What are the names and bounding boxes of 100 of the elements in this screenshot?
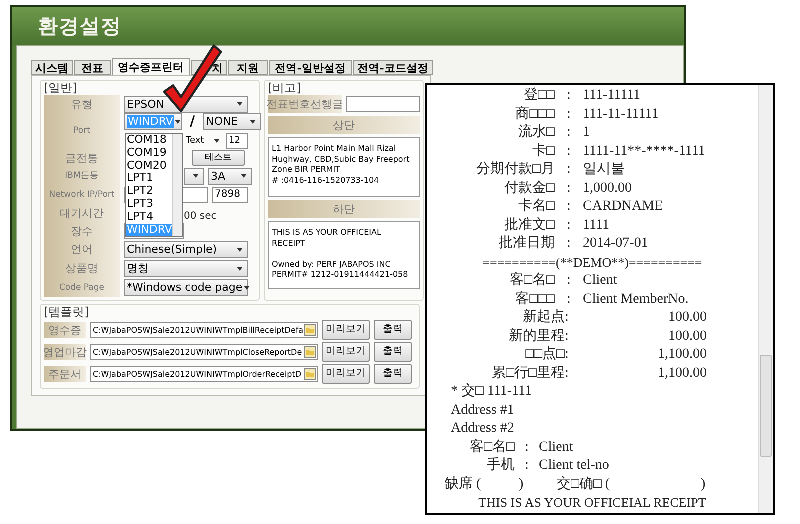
receipt-colon: : (566, 216, 572, 234)
group-title: [템플릿] (44, 305, 90, 319)
caret-icon (242, 284, 251, 290)
dropdown-item[interactable]: COM19 (126, 146, 172, 160)
receipt-label: 客□名□ (469, 438, 515, 456)
tab[interactable]: 시스템 (31, 60, 73, 75)
field-label: 영수증 (44, 322, 86, 338)
receipt-text: Address #1 (451, 402, 514, 420)
section-header: 상단 (268, 116, 420, 134)
group-title: [비고] (268, 81, 302, 95)
receipt-text: ) (519, 476, 525, 494)
font-select[interactable]: Text (184, 132, 224, 149)
field-label: 상품명 (44, 259, 120, 278)
receipt-colon: : (565, 309, 570, 327)
receipt-colon: : (566, 124, 572, 142)
caret-icon (249, 118, 258, 124)
tab[interactable]: 지원 (228, 60, 268, 75)
receipt-colon: : (566, 198, 572, 216)
receipt-value: 1,100.00 (657, 346, 707, 364)
caret-icon (236, 246, 244, 252)
window-title: 환경설정 (38, 12, 122, 40)
select-field[interactable]: Chinese(Simple) (124, 241, 248, 258)
receipt-text: 交□确□ ( (557, 476, 612, 494)
caret-icon (236, 266, 244, 272)
receipt-label: 流水□ (518, 124, 555, 142)
field-label: 유형 (44, 95, 120, 113)
receipt-label: 批准日期 (498, 235, 555, 253)
select-field[interactable]: 명칭 (124, 260, 248, 277)
field-label: 장수 (44, 222, 120, 240)
receipt-label: □□点□ (524, 346, 565, 364)
scrollbar[interactable] (172, 134, 182, 236)
receipt-label: 商□□□ (514, 106, 555, 124)
tab[interactable]: 전역-코드설정 (353, 60, 433, 75)
dropdown-item[interactable]: LPT2 (126, 185, 172, 198)
dropdown-item[interactable]: LPT1 (126, 172, 172, 186)
field-label: 대기시간 (44, 204, 120, 222)
field-label: 전표번호선행글 (268, 95, 342, 113)
caret-icon (236, 101, 244, 107)
field-label: Port (44, 113, 120, 149)
header-text-area[interactable]: L1 Harbor Point Main Mall Rizal Hughway, CBD,Subic Bay Freeport Zone BIR PERMIT # :0416-116-1520733-104 (268, 137, 420, 197)
dropdown-item[interactable]: COM18 (126, 134, 172, 147)
receipt-colon: : (524, 438, 530, 456)
receipt-colon: : (565, 328, 570, 346)
print-button[interactable]: 출력 (374, 320, 412, 340)
select-field[interactable] (184, 168, 204, 184)
prefix-field[interactable] (346, 96, 420, 112)
receipt-value: 111-11111 (583, 87, 641, 105)
tab[interactable]: 영수증프린터 (112, 58, 190, 75)
receipt-value: 1,000.00 (583, 180, 632, 198)
receipt-colon: : (565, 346, 570, 364)
dropdown-item[interactable]: COM20 (126, 160, 172, 172)
receipt-value: 100.00 (668, 328, 707, 346)
field-label: Code Page (44, 278, 120, 297)
receipt-label: 登□□ (523, 87, 555, 105)
scrollbar[interactable] (758, 85, 773, 513)
receipt-label: 付款金□ (504, 180, 555, 198)
preview-button[interactable]: 미리보기 (322, 364, 370, 384)
receipt-value: 1,100.00 (657, 364, 707, 382)
field-label: 금전통 (44, 149, 120, 167)
receipt-colon: : (566, 142, 572, 160)
receipt-colon: : (566, 272, 572, 290)
test-button[interactable]: 테스트 (192, 150, 245, 166)
receipt-colon: : (566, 161, 572, 179)
receipt-label: 客□□□ (514, 290, 555, 308)
port-select[interactable]: NONE (203, 113, 262, 130)
receipt-value: 1 (583, 124, 590, 142)
tab[interactable]: 전역-일반설정 (269, 60, 352, 75)
caret-icon (192, 173, 200, 179)
receipt-label: 新的里程 (508, 328, 565, 346)
receipt-colon: : (524, 457, 530, 475)
receipt-value: Client (539, 438, 574, 456)
footer-text-area[interactable]: THIS IS AS YOUR OFFICEIAL RECEIPT Owned by: PERF JABAPOS INC PERMIT# 1212-01911444421-058 (268, 221, 420, 289)
path-field[interactable]: C:₩JabaPOS₩JSale2012U₩INI₩TmplCloseReportDe (90, 344, 318, 360)
receipt-label: 客□名□ (509, 272, 555, 290)
receipt-colon: : (566, 235, 572, 253)
select-field[interactable]: *Windows code page (124, 279, 248, 296)
path-field[interactable]: C:₩JabaPOS₩JSale2012U₩INI₩TmplBillReceiptDefa (90, 322, 318, 338)
print-button[interactable]: 출력 (374, 342, 412, 362)
folder-icon[interactable] (304, 368, 316, 380)
dropdown-item[interactable]: LPT4 (126, 210, 172, 224)
size-spinner[interactable]: 12 (226, 132, 248, 148)
preview-button[interactable]: 미리보기 (322, 320, 370, 340)
receipt-value: 1111 (583, 216, 610, 234)
port-field[interactable]: 7898 (212, 186, 248, 202)
scroll-thumb[interactable] (760, 355, 772, 457)
path-field[interactable]: C:₩JabaPOS₩JSale2012U₩INI₩TmplOrderReceiptD (90, 366, 318, 382)
dropdown-item[interactable]: LPT3 (126, 198, 172, 211)
print-button[interactable]: 출력 (374, 364, 412, 384)
receipt-label: 批准文□ (504, 216, 555, 234)
receipt-label: 卡名□ (518, 198, 555, 216)
preview-button[interactable]: 미리보기 (322, 342, 370, 362)
folder-icon[interactable] (304, 324, 316, 336)
select-field[interactable]: 3A (208, 168, 252, 184)
receipt-value: CARDNAME (583, 198, 664, 216)
folder-icon[interactable] (304, 346, 316, 358)
receipt-colon: : (566, 290, 572, 308)
field-label: 영업마감 (44, 344, 86, 360)
receipt-text: 缺席 ( (445, 476, 482, 494)
tab[interactable]: 전표 (74, 60, 111, 75)
receipt-colon: : (566, 180, 572, 198)
